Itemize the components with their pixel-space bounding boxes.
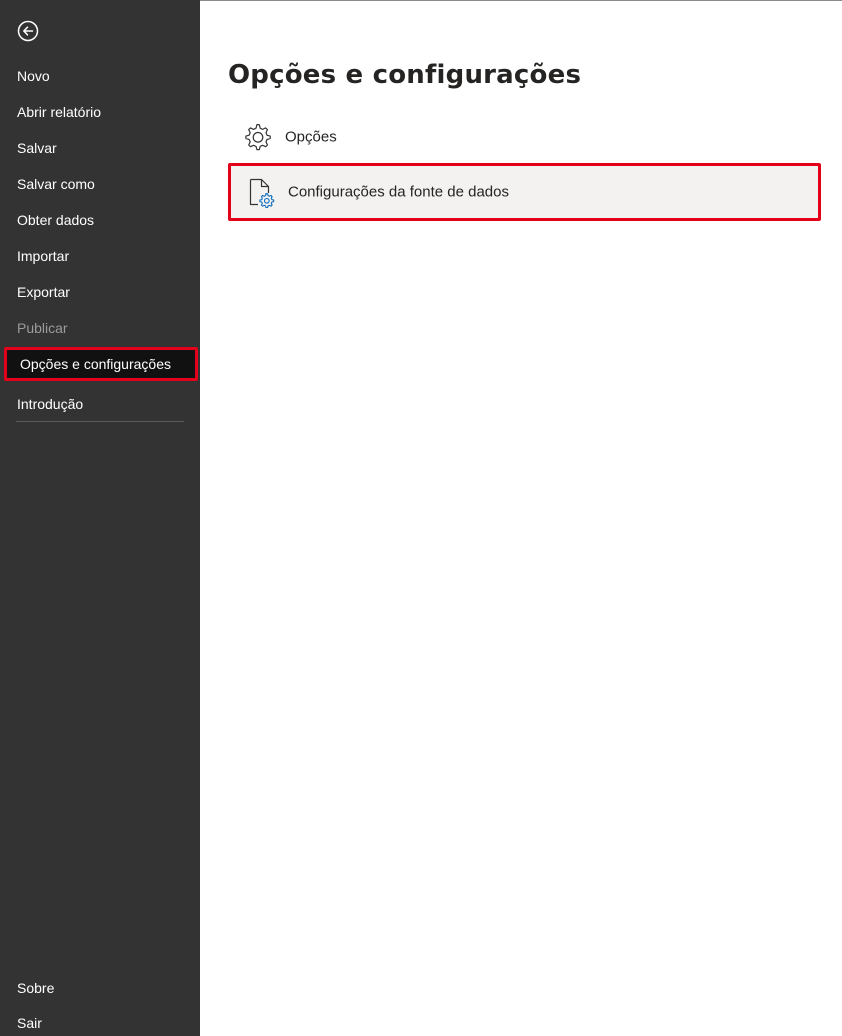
- data-source-settings-icon: [244, 176, 276, 209]
- option-opcoes-label: Opções: [285, 128, 337, 146]
- sidebar-item-introducao[interactable]: Introdução: [0, 387, 200, 421]
- gear-icon: [241, 121, 273, 153]
- option-opcoes[interactable]: Opções: [228, 108, 821, 166]
- sidebar-divider: [16, 421, 184, 422]
- main-panel: Opções e configurações Opções Configuraç…: [200, 0, 842, 1036]
- option-configuracoes-fonte-de-dados-label: Configurações da fonte de dados: [288, 183, 509, 201]
- sidebar-item-obter-dados[interactable]: Obter dados: [0, 203, 200, 237]
- option-configuracoes-fonte-de-dados[interactable]: Configurações da fonte de dados: [228, 163, 821, 221]
- sidebar-item-sobre[interactable]: Sobre: [0, 971, 200, 1005]
- sidebar-item-abrir-relatorio[interactable]: Abrir relatório: [0, 95, 200, 129]
- sidebar-item-salvar-como[interactable]: Salvar como: [0, 167, 200, 201]
- sidebar-item-publicar: Publicar: [17, 320, 68, 336]
- sidebar-item-importar[interactable]: Importar: [0, 239, 200, 273]
- back-arrow-icon[interactable]: [17, 20, 39, 42]
- sidebar-item-opcoes-e-configuracoes[interactable]: Opções e configurações: [4, 347, 198, 381]
- sidebar: Novo Abrir relatório Salvar Salvar como …: [0, 0, 200, 1036]
- sidebar-item-salvar[interactable]: Salvar: [0, 131, 200, 165]
- page-title: Opções e configurações: [228, 60, 582, 90]
- sidebar-item-sair[interactable]: Sair: [0, 1006, 200, 1036]
- sidebar-item-novo[interactable]: Novo: [0, 59, 200, 93]
- app-window: Novo Abrir relatório Salvar Salvar como …: [0, 0, 842, 1036]
- sidebar-item-exportar[interactable]: Exportar: [0, 275, 200, 309]
